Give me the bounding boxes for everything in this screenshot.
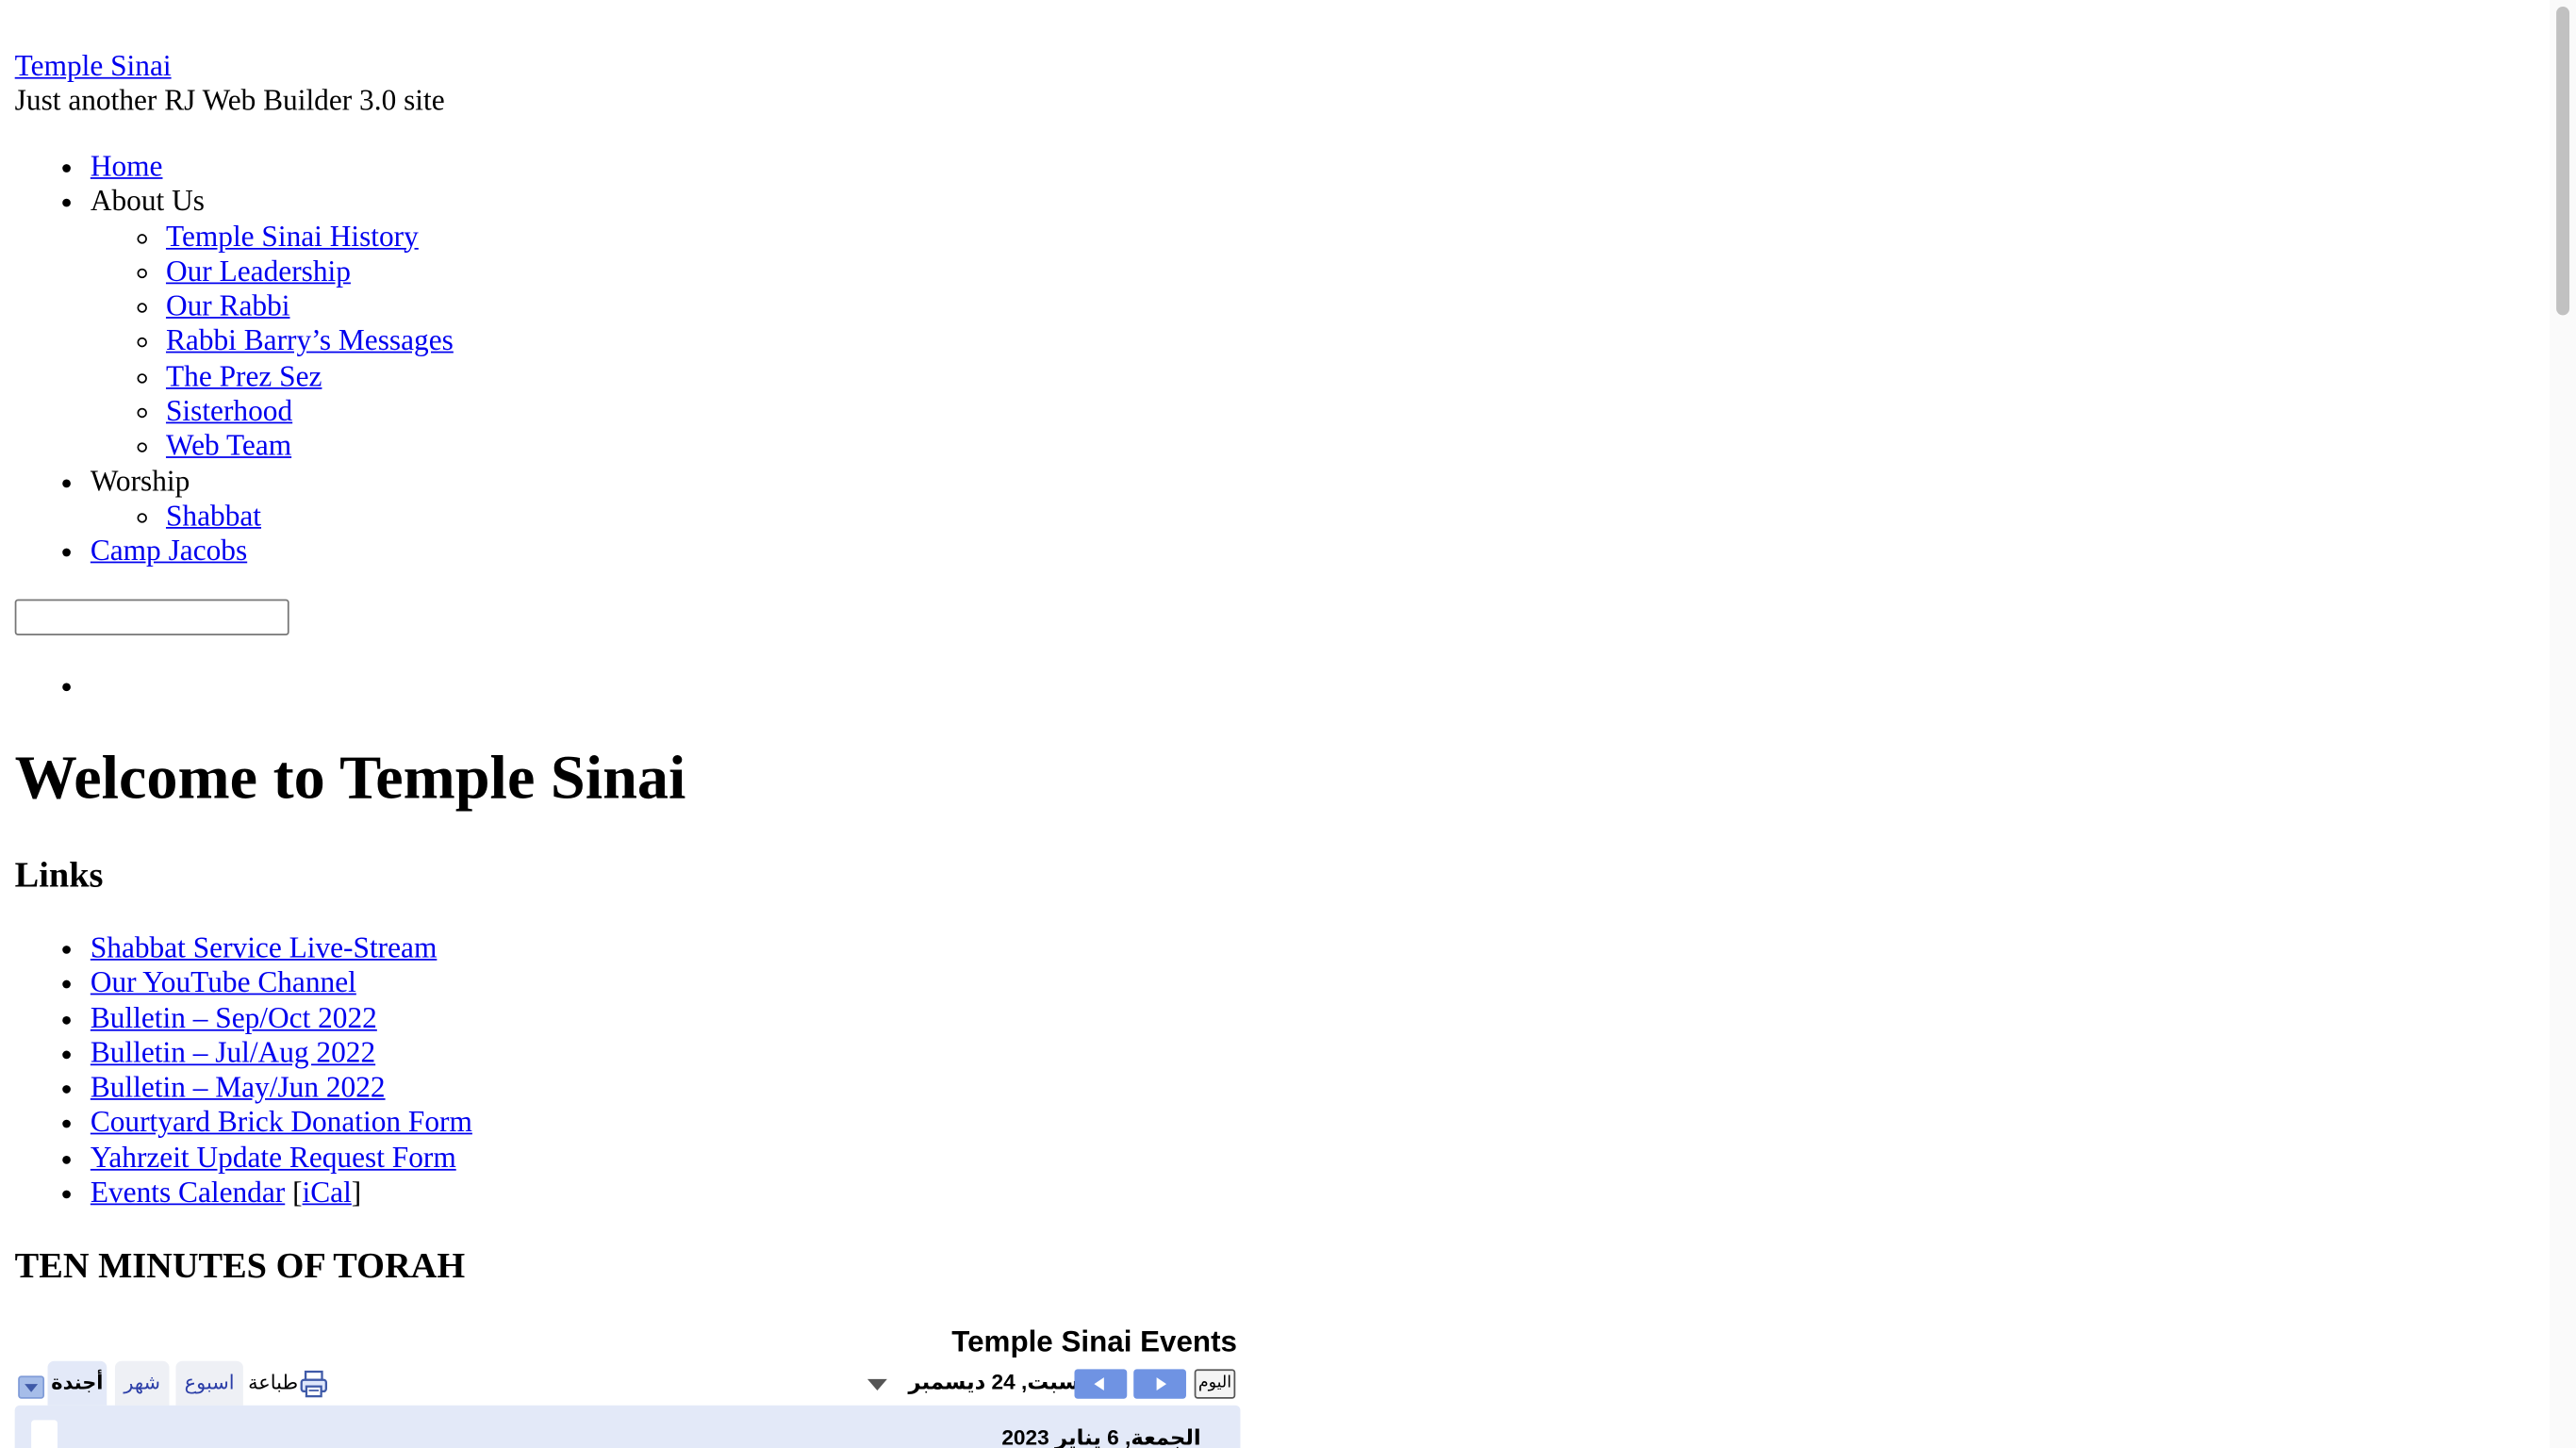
torah-heading: TEN MINUTES OF TORAH [14,1244,466,1286]
link-bulletin-may-jun[interactable]: Bulletin – May/Jun 2022 [91,1071,386,1104]
nav-item-sisterhood: Sisterhood [166,394,454,429]
links-heading: Links [14,853,104,896]
agenda-view: الجمعة, 6 يناير 2023 [14,1405,1241,1448]
chevron-left-icon [1094,1377,1104,1391]
link-item: Shabbat Service Live-Stream [91,930,472,965]
nav-link-camp[interactable]: Camp Jacobs [91,534,247,567]
site-title-link[interactable]: Temple Sinai [15,49,445,84]
nav-item-worship: Worship Shabbat [91,464,454,534]
nav-item-web-team: Web Team [166,429,454,464]
page-title: Welcome to Temple Sinai [14,743,686,814]
nav-item-rabbi-messages: Rabbi Barry’s Messages [166,324,454,359]
agenda-day-header: الجمعة, 6 يناير 2023 [1001,1424,1201,1448]
link-item: Events Calendar [iCal] [91,1176,472,1210]
nav-link-rabbi-messages[interactable]: Rabbi Barry’s Messages [166,324,454,357]
ical-bracket-open: [ [285,1176,303,1209]
nav-link-history[interactable]: Temple Sinai History [166,220,419,253]
nav-item-history: Temple Sinai History [166,220,454,255]
tab-agenda[interactable]: أجندة [47,1360,107,1406]
nav-link-shabbat[interactable]: Shabbat [166,499,261,532]
dropdown-arrow-icon[interactable] [18,1375,45,1399]
nav-item-rabbi: Our Rabbi [166,289,454,324]
nav-item-prez-sez: The Prez Sez [166,359,454,394]
today-button[interactable]: اليوم [1194,1369,1236,1399]
current-date-label: السبت, 24 ديسمبر [908,1369,1096,1394]
chevron-right-icon [1156,1377,1167,1391]
worship-submenu: Shabbat [91,499,454,534]
nav-item-leadership: Our Leadership [166,255,454,289]
ical-bracket-close: ] [351,1176,362,1209]
day-marker [31,1420,58,1448]
page: Temple Sinai Just another RJ Web Builder… [0,0,2576,1448]
site-description: Just another RJ Web Builder 3.0 site [14,83,445,117]
nav-link-web-team[interactable]: Web Team [166,429,291,462]
date-dropdown-icon[interactable] [867,1378,887,1391]
link-brick-donation[interactable]: Courtyard Brick Donation Form [91,1106,472,1139]
link-bulletin-sep-oct[interactable]: Bulletin – Sep/Oct 2022 [91,1001,377,1034]
nav-label-about: About Us [90,184,205,218]
link-ical[interactable]: iCal [303,1176,352,1209]
nav-link-rabbi[interactable]: Our Rabbi [166,289,290,322]
prev-button[interactable] [1074,1369,1128,1399]
nav-item-camp: Camp Jacobs [91,534,454,568]
nav-item-home: Home [91,149,454,184]
calendar-title: Temple Sinai Events [951,1325,1237,1358]
nav-label-worship: Worship [90,464,190,498]
links-list: Shabbat Service Live-Stream Our YouTube … [0,930,472,1210]
link-youtube[interactable]: Our YouTube Channel [91,966,356,999]
nav-link-prez-sez[interactable]: The Prez Sez [166,359,322,392]
page-scrollbar[interactable] [2550,0,2576,1448]
main-nav: Home About Us Temple Sinai History Our L… [0,149,454,568]
link-item: Bulletin – May/Jun 2022 [91,1071,472,1106]
nav-item-shabbat: Shabbat [166,499,454,534]
calendar-toolbar: أجندة شهر اسبوع طباعة السبت, 24 ديسمبر ا… [15,1359,1241,1406]
link-livestream[interactable]: Shabbat Service Live-Stream [91,930,438,963]
print-label[interactable]: طباعة [248,1366,298,1399]
search-input[interactable] [14,599,289,635]
nav-link-home[interactable]: Home [91,149,163,182]
about-submenu: Temple Sinai History Our Leadership Our … [91,220,454,465]
site-header: Temple Sinai Just another RJ Web Builder… [15,49,445,118]
link-item: Courtyard Brick Donation Form [91,1106,472,1141]
print-icon[interactable] [299,1369,328,1398]
link-item: Bulletin – Sep/Oct 2022 [91,1001,472,1036]
link-item: Our YouTube Channel [91,966,472,1001]
link-item: Yahrzeit Update Request Form [91,1141,472,1176]
scrollbar-thumb[interactable] [2556,6,2570,316]
nav-link-sisterhood[interactable]: Sisterhood [166,394,292,427]
tab-month[interactable]: شهر [114,1360,170,1406]
next-button[interactable] [1133,1369,1186,1399]
link-yahrzeit[interactable]: Yahrzeit Update Request Form [91,1141,456,1174]
link-bulletin-jul-aug[interactable]: Bulletin – Jul/Aug 2022 [91,1036,375,1069]
nav-link-leadership[interactable]: Our Leadership [166,255,351,288]
link-events-calendar[interactable]: Events Calendar [91,1176,285,1209]
empty-list [0,668,91,703]
link-item: Bulletin – Jul/Aug 2022 [91,1036,472,1071]
tab-week[interactable]: اسبوع [175,1360,243,1406]
nav-item-about: About Us Temple Sinai History Our Leader… [91,185,454,465]
